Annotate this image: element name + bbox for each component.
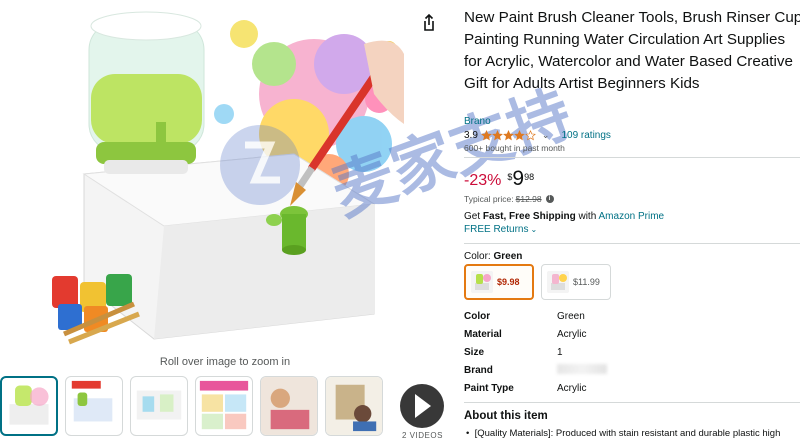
amazon-prime-link[interactable]: Amazon Prime <box>599 211 665 222</box>
typical-price-label: Typical price: <box>464 194 514 204</box>
star-icon <box>491 129 503 140</box>
main-product-image[interactable] <box>44 4 404 354</box>
spec-row: Material Acrylic <box>464 326 800 344</box>
swatch-image <box>547 271 569 293</box>
spec-value: Acrylic <box>557 382 587 394</box>
color-swatches: $9.98 $11.99 <box>464 264 611 300</box>
spec-value-redacted <box>557 363 607 377</box>
star-icon <box>513 129 525 140</box>
spec-value: Acrylic <box>557 329 587 341</box>
rating-value: 3.9 <box>464 129 478 141</box>
divider <box>464 402 800 403</box>
star-icon <box>524 129 536 140</box>
spec-key: Size <box>464 346 485 358</box>
about-bullet: • [Quality Materials]: Produced with sta… <box>466 428 800 439</box>
spec-value: 1 <box>557 346 563 358</box>
swatch-image <box>471 271 493 293</box>
bought-in-past-month: 600+ bought in past month <box>464 143 565 153</box>
color-label: Color: <box>464 251 491 262</box>
spec-row: Size 1 <box>464 344 800 362</box>
video-thumbnail[interactable]: 2 VIDEOS <box>390 376 452 440</box>
swatch-alt[interactable]: $11.99 <box>541 264 611 300</box>
thumbnail[interactable] <box>130 376 188 436</box>
video-count-label: 2 VIDEOS <box>402 431 443 440</box>
free-returns-label: FREE Returns <box>464 224 529 235</box>
share-icon[interactable] <box>418 12 440 34</box>
swatch-price: $11.99 <box>573 277 600 287</box>
typical-price-value: $12.98 <box>515 194 542 204</box>
swatch-green[interactable]: $9.98 <box>464 264 534 300</box>
rating-row: 3.9 ⌄ 109 ratings <box>464 128 611 142</box>
selected-color-name: Green <box>493 251 523 262</box>
free-returns-link[interactable]: FREE Returns ⌄ <box>464 224 537 235</box>
price-block: -23% $ 9 98 <box>464 168 534 190</box>
shipping-get: Get <box>464 211 481 222</box>
price-whole: 9 <box>512 167 525 190</box>
product-specs: Color Green Material Acrylic Size 1 Bran… <box>464 308 800 397</box>
star-icon <box>480 129 492 140</box>
price-fraction: 98 <box>524 172 535 182</box>
play-icon <box>415 394 431 418</box>
swatch-price: $9.98 <box>497 277 520 287</box>
chevron-down-icon: ⌄ <box>530 225 538 234</box>
shipping-fast: Fast, Free Shipping <box>482 211 576 222</box>
bullet-dot: • <box>466 428 475 439</box>
spec-key: Paint Type <box>464 382 514 394</box>
spec-key: Brand <box>464 364 493 376</box>
thumbnail[interactable] <box>325 376 383 436</box>
divider <box>464 157 800 158</box>
divider <box>464 243 800 244</box>
info-icon[interactable]: i <box>545 195 554 203</box>
color-selector-label: Color: Green <box>464 251 522 262</box>
typical-price: Typical price: $12.98 i <box>464 194 554 204</box>
spec-row: Color Green <box>464 308 800 326</box>
about-bullet-text: [Quality Materials]: Produced with stain… <box>474 428 781 439</box>
spec-key: Color <box>464 311 491 323</box>
thumbnail[interactable] <box>0 376 58 436</box>
ratings-count-link[interactable]: 109 ratings <box>561 130 610 141</box>
brand-link[interactable]: Brano <box>464 116 491 127</box>
spec-key: Material <box>464 329 502 341</box>
thumbnail[interactable] <box>65 376 123 436</box>
spec-row: Paint Type Acrylic <box>464 379 800 397</box>
shipping-line: Get Fast, Free Shipping with Amazon Prim… <box>464 211 664 222</box>
star-rating[interactable] <box>480 129 536 141</box>
chevron-down-icon[interactable]: ⌄ <box>542 130 550 141</box>
star-icon <box>502 129 514 140</box>
spec-value: Green <box>557 311 585 323</box>
thumbnail[interactable] <box>195 376 253 436</box>
zoom-hint: Roll over image to zoom in <box>159 356 291 368</box>
about-section-title: About this item <box>464 410 548 422</box>
thumbnail-strip: 2 VIDEOS <box>0 376 452 440</box>
discount-percent: -23% <box>464 172 502 189</box>
thumbnail[interactable] <box>260 376 318 436</box>
product-title: New Paint Brush Cleaner Tools, Brush Rin… <box>464 9 800 92</box>
spec-row: Brand <box>464 361 800 379</box>
shipping-with: with <box>578 211 597 222</box>
